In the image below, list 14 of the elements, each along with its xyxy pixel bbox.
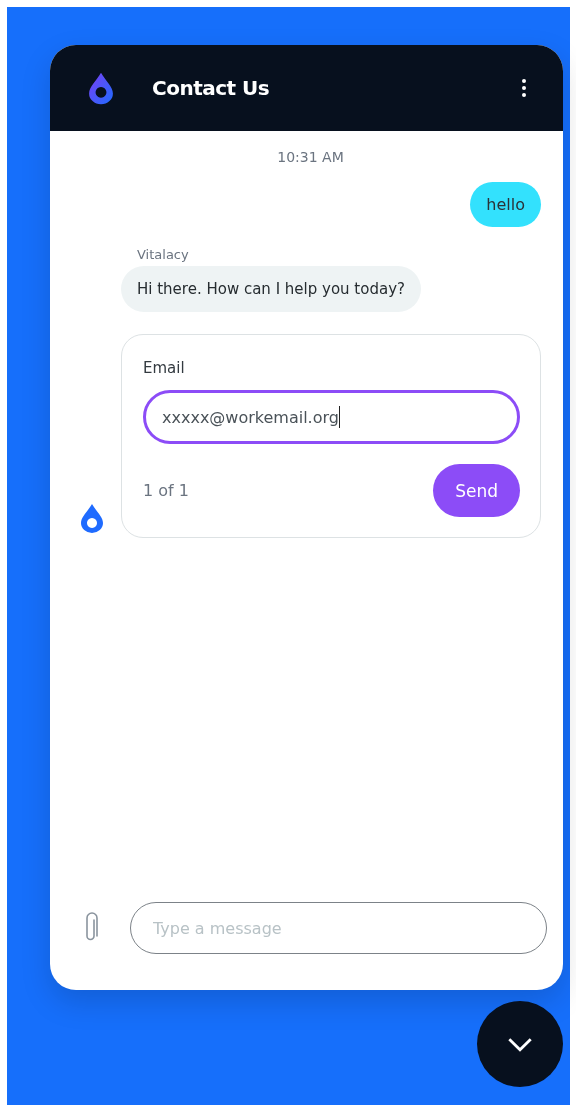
user-message: hello [470, 182, 541, 227]
timestamp: 10:31 AM [277, 149, 344, 165]
chat-title: Contact Us [152, 76, 271, 100]
page-counter: 1 of 1 [143, 481, 189, 500]
email-field[interactable]: xxxxx@workemail.org [143, 390, 520, 444]
send-button[interactable]: Send [433, 464, 520, 517]
message-input[interactable]: Type a message [130, 902, 547, 954]
drop-icon [88, 71, 114, 105]
bot-message: Hi there. How can I help you today? [121, 266, 421, 312]
drop-icon [80, 503, 104, 533]
chevron-down-icon [507, 1036, 533, 1052]
field-label: Email [143, 359, 186, 377]
more-options-icon[interactable] [521, 78, 527, 98]
sender-name: Vitalacy [137, 247, 189, 262]
